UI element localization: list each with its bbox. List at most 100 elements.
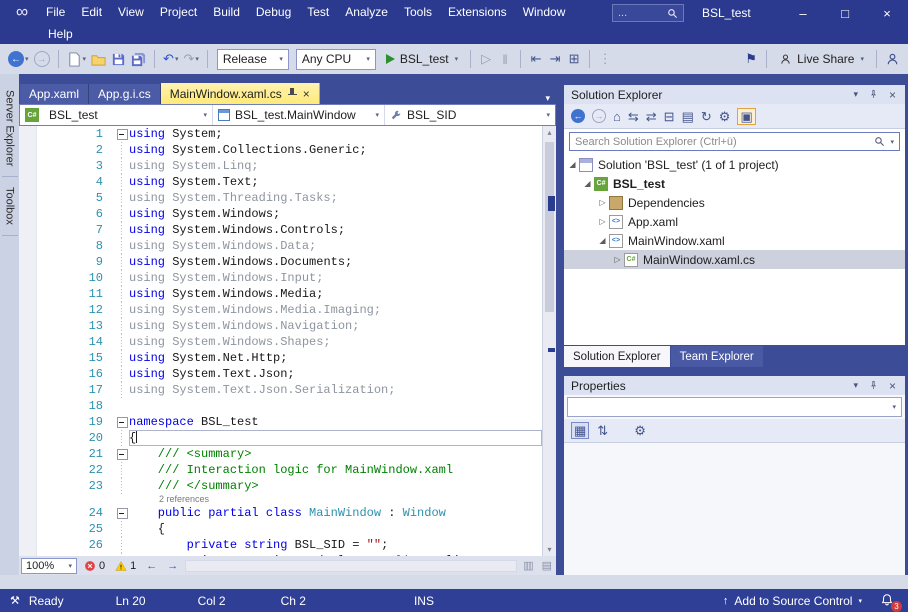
background-tasks-icon[interactable]: ⚒ — [10, 594, 20, 607]
code-line[interactable]: 25 { — [19, 521, 542, 537]
next-issue-icon[interactable]: → — [164, 560, 181, 572]
bookmark-flag-icon[interactable]: ⚑ — [742, 48, 760, 70]
editor-tab-mainwindow-xaml-cs[interactable]: MainWindow.xaml.cs× — [161, 83, 320, 104]
code-line[interactable]: 9using System.Windows.Documents; — [19, 254, 542, 270]
code-line[interactable]: 8using System.Windows.Data; — [19, 238, 542, 254]
search-options-caret-icon[interactable]: ▾ — [890, 138, 894, 146]
feedback-icon[interactable] — [883, 48, 902, 70]
search-icon[interactable] — [874, 136, 885, 147]
split-window-icon[interactable]: ▥ — [521, 559, 535, 572]
solution-explorer-titlebar[interactable]: Solution Explorer ▾ × — [564, 85, 905, 104]
panel-tab-solution-explorer[interactable]: Solution Explorer — [564, 346, 670, 367]
new-file-button[interactable]: ▾ — [65, 48, 89, 70]
code-line[interactable]: 14using System.Windows.Shapes; — [19, 334, 542, 350]
tree-item-dependencies[interactable]: ▷Dependencies — [564, 193, 905, 212]
expander-icon[interactable]: ▷ — [611, 255, 624, 264]
expander-icon[interactable]: ▷ — [596, 217, 609, 226]
fold-collapse-icon[interactable] — [115, 414, 129, 430]
code-line[interactable]: 6using System.Windows; — [19, 206, 542, 222]
show-all-files-icon[interactable]: ▤ — [682, 110, 694, 123]
panel-tab-team-explorer[interactable]: Team Explorer — [671, 346, 763, 367]
quick-search-box[interactable]: ... — [612, 4, 684, 22]
code-line[interactable]: 23 /// </summary> — [19, 478, 542, 494]
navigate-backward-code-icon[interactable]: ⇤ — [527, 48, 545, 70]
back-icon[interactable]: ← — [571, 109, 585, 123]
code-line[interactable]: 24 public partial class MainWindow : Win… — [19, 505, 542, 521]
menu-analyze[interactable]: Analyze — [337, 3, 396, 21]
close-button[interactable]: × — [866, 0, 908, 26]
code-line[interactable]: 10using System.Windows.Input; — [19, 270, 542, 286]
code-line[interactable]: 26 private string BSL_SID = ""; — [19, 537, 542, 553]
properties-object-dropdown[interactable]: ▾ — [567, 397, 902, 417]
toolbar-overflow-icon[interactable]: ⋮ — [596, 48, 614, 70]
window-position-icon[interactable]: ▾ — [851, 89, 860, 100]
menu-file[interactable]: File — [38, 3, 73, 21]
fold-collapse-icon[interactable] — [115, 446, 129, 462]
scroll-down-icon[interactable]: ▾ — [543, 545, 556, 554]
menu-extensions[interactable]: Extensions — [440, 3, 515, 21]
undo-button[interactable]: ↶▾ — [161, 48, 180, 70]
pin-icon[interactable] — [288, 88, 297, 99]
tree-item-app-xaml[interactable]: ▷<>App.xaml — [564, 212, 905, 231]
fold-collapse-icon[interactable] — [115, 126, 129, 142]
window-position-icon[interactable]: ▾ — [851, 380, 860, 391]
panes-icon[interactable]: ▤ — [540, 559, 554, 572]
project-dropdown[interactable]: C# BSL_test ▾ — [20, 105, 213, 125]
pin-icon[interactable] — [866, 380, 881, 391]
live-share-button[interactable]: Live Share ▾ — [773, 52, 870, 66]
source-control-caret-icon[interactable]: ▾ — [858, 597, 862, 605]
code-line[interactable]: 2using System.Collections.Generic; — [19, 142, 542, 158]
menu-project[interactable]: Project — [152, 3, 205, 21]
start-debugging-button[interactable]: BSL_test ▾ — [380, 48, 464, 70]
property-pages-gear-icon[interactable]: ⚙ — [634, 424, 646, 437]
expander-icon[interactable]: ▷ — [596, 198, 609, 207]
notifications-bell-icon[interactable]: 3 — [880, 593, 898, 609]
code-line[interactable]: 15using System.Net.Http; — [19, 350, 542, 366]
menu-tools[interactable]: Tools — [396, 3, 440, 21]
menu-debug[interactable]: Debug — [248, 3, 299, 21]
code-line[interactable]: 17using System.Text.Json.Serialization; — [19, 382, 542, 398]
side-tab-server-explorer[interactable]: Server Explorer — [2, 80, 18, 177]
start-without-debugging-icon[interactable]: ▷ — [477, 48, 495, 70]
code-line[interactable]: 16using System.Text.Json; — [19, 366, 542, 382]
fold-collapse-icon[interactable] — [115, 505, 129, 521]
redo-button[interactable]: ↷▾ — [181, 48, 200, 70]
forward-icon[interactable]: → — [592, 109, 606, 123]
code-line[interactable]: 4using System.Text; — [19, 174, 542, 190]
navigate-back-button[interactable]: ←▾ — [6, 48, 31, 70]
tree-item-mainwindow-xaml-cs[interactable]: ▷C#MainWindow.xaml.cs — [564, 250, 905, 269]
code-line[interactable]: 12using System.Windows.Media.Imaging; — [19, 302, 542, 318]
error-indicator[interactable]: 0 — [81, 560, 108, 572]
panel-splitter[interactable] — [556, 74, 564, 575]
menu-edit[interactable]: Edit — [73, 3, 110, 21]
navigate-forward-button[interactable]: → — [32, 48, 52, 70]
code-line[interactable]: 22 /// Interaction logic for MainWindow.… — [19, 462, 542, 478]
document-list-dropdown-icon[interactable]: ▾ — [539, 93, 556, 104]
close-tab-icon[interactable]: × — [303, 87, 310, 101]
code-line[interactable]: 13using System.Windows.Navigation; — [19, 318, 542, 334]
code-line[interactable]: 11using System.Windows.Media; — [19, 286, 542, 302]
codelens-references[interactable]: 2 references — [19, 494, 542, 505]
switch-views-icon[interactable]: ⇆ — [628, 110, 639, 123]
scrollbar-thumb[interactable] — [545, 142, 554, 312]
solution-platform-dropdown[interactable]: Any CPU▾ — [296, 49, 376, 70]
add-to-source-control-button[interactable]: Add to Source Control — [734, 594, 852, 608]
break-all-icon[interactable]: ‖ — [496, 48, 514, 70]
code-line[interactable]: 3using System.Linq; — [19, 158, 542, 174]
code-line[interactable]: 1using System; — [19, 126, 542, 142]
solution-search-input[interactable]: Search Solution Explorer (Ctrl+ü) ▾ — [569, 132, 900, 151]
minimize-button[interactable]: – — [782, 0, 824, 26]
navigate-forward-code-icon[interactable]: ⇥ — [546, 48, 564, 70]
categorized-icon[interactable]: ▦ — [571, 422, 589, 439]
editor-horizontal-scrollbar[interactable] — [185, 560, 517, 572]
close-panel-icon[interactable]: × — [887, 379, 898, 393]
maximize-button[interactable]: □ — [824, 0, 866, 26]
code-line[interactable]: 21 /// <summary> — [19, 446, 542, 462]
tree-item-mainwindow-xaml[interactable]: ◢<>MainWindow.xaml — [564, 231, 905, 250]
save-button[interactable] — [109, 48, 128, 70]
menu-view[interactable]: View — [110, 3, 152, 21]
menu-build[interactable]: Build — [205, 3, 248, 21]
code-editor[interactable]: 1using System;2using System.Collections.… — [19, 126, 542, 556]
collapse-all-icon[interactable]: ⊟ — [664, 110, 675, 123]
search-icon[interactable] — [667, 8, 678, 19]
